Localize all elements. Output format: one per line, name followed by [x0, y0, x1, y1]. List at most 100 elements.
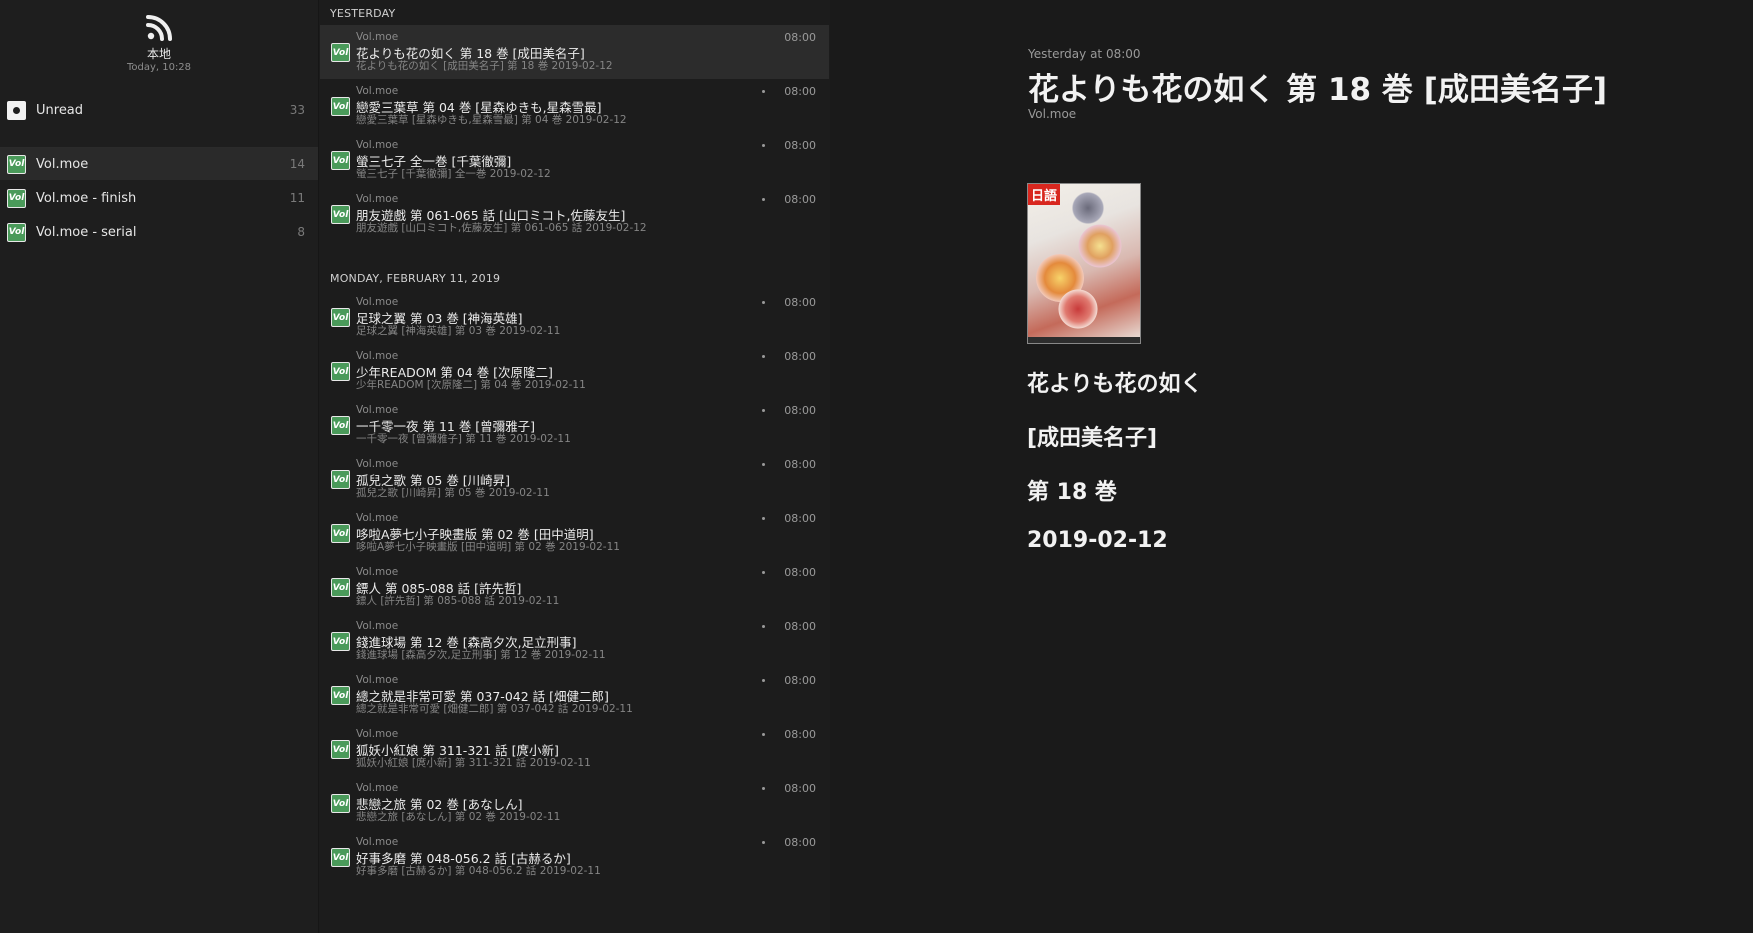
vol-feed-icon: Vol	[331, 416, 350, 435]
article-row[interactable]: Vol Vol.moe 朋友遊戲 第 061-065 話 [山口ミコト,佐藤友生…	[320, 187, 829, 241]
unread-dot	[762, 679, 765, 682]
account-header[interactable]: 本地 Today, 10:28	[0, 12, 318, 73]
article-source: Vol.moe	[356, 85, 399, 97]
vol-feed-icon: Vol	[331, 362, 350, 381]
article-row[interactable]: Vol Vol.moe 花よりも花の如く 第 18 巻 [成田美名子] 花よりも…	[320, 25, 829, 79]
vol-feed-icon: Vol	[331, 632, 350, 651]
article-summary: 錢進球場 [森高夕次,足立刑事] 第 12 巻 2019-02-11	[356, 649, 606, 661]
article-time: 08:00	[784, 404, 816, 417]
article-summary: 螢三七子 [千葉徹彌] 全一巻 2019-02-12	[356, 168, 551, 180]
content-title: 花よりも花の如く	[1027, 372, 1203, 397]
article-source: Vol.moe	[356, 836, 399, 848]
unread-dot	[762, 841, 765, 844]
article-source: Vol.moe	[356, 404, 399, 416]
article-row[interactable]: Vol Vol.moe 孤兒之歌 第 05 巻 [川崎昇] 孤兒之歌 [川崎昇]…	[320, 452, 829, 506]
article-row[interactable]: Vol Vol.moe 錢進球場 第 12 巻 [森高夕次,足立刑事] 錢進球場…	[320, 614, 829, 668]
article-source: Vol.moe	[356, 566, 399, 578]
article-time: 08:00	[784, 139, 816, 152]
sidebar-item-unread[interactable]: Unread 33	[0, 94, 318, 126]
article-row[interactable]: Vol Vol.moe 足球之翼 第 03 巻 [神海英雄] 足球之翼 [神海英…	[320, 290, 829, 344]
unread-dot	[762, 625, 765, 628]
feed-count: 14	[289, 157, 305, 171]
language-badge: 日語	[1028, 184, 1061, 205]
article-summary: 少年READOM [次原隆二] 第 04 巻 2019-02-11	[356, 379, 586, 391]
figure-graphic	[1068, 190, 1108, 226]
article-source: Vol.moe	[356, 31, 399, 43]
article-row[interactable]: Vol Vol.moe 戀愛三葉草 第 04 巻 [星森ゆきも,星森雪最] 戀愛…	[320, 79, 829, 133]
unread-dot	[762, 301, 765, 304]
vol-feed-icon: Vol	[331, 43, 350, 62]
article-row[interactable]: Vol Vol.moe 哆啦A夢七小子映畫版 第 02 巻 [田中道明] 哆啦A…	[320, 506, 829, 560]
article-row[interactable]: Vol Vol.moe 一千零一夜 第 11 巻 [曾彌雅子] 一千零一夜 [曾…	[320, 398, 829, 452]
feed-count: 8	[297, 225, 305, 239]
sidebar-item-vol-moe-serial[interactable]: Vol Vol.moe - serial 8	[0, 216, 318, 248]
vol-feed-icon: Vol	[331, 205, 350, 224]
article-time: 08:00	[784, 674, 816, 687]
unread-dot	[762, 90, 765, 93]
cover-image[interactable]: 日語	[1027, 183, 1141, 344]
article-summary: 哆啦A夢七小子映畫版 [田中道明] 第 02 巻 2019-02-11	[356, 541, 620, 553]
vol-feed-icon: Vol	[331, 470, 350, 489]
article-summary: 好事多磨 [古赫るか] 第 048-056.2 話 2019-02-11	[356, 865, 601, 877]
article-source: Vol.moe	[356, 674, 399, 686]
sidebar-item-label: Unread	[36, 102, 84, 118]
section-heading: YESTERDAY	[330, 7, 396, 20]
article-row[interactable]: Vol Vol.moe 悲戀之旅 第 02 巻 [あなしん] 悲戀之旅 [あなし…	[320, 776, 829, 830]
content-date: 2019-02-12	[1027, 528, 1168, 553]
article-time: 08:00	[784, 512, 816, 525]
article-summary: 鏢人 [許先哲] 第 085-088 話 2019-02-11	[356, 595, 560, 607]
sidebar: 本地 Today, 10:28 Unread 33 Vol Vol.moe 14…	[0, 0, 319, 933]
article-list[interactable]: YESTERDAY Vol Vol.moe 花よりも花の如く 第 18 巻 [成…	[320, 0, 829, 933]
article-source: Vol.moe	[356, 620, 399, 632]
article-summary: 總之就是非常可愛 [畑健二郎] 第 037-042 話 2019-02-11	[356, 703, 633, 715]
unread-dot	[762, 355, 765, 358]
article-row[interactable]: Vol Vol.moe 鏢人 第 085-088 話 [許先哲] 鏢人 [許先哲…	[320, 560, 829, 614]
article-summary: 朋友遊戲 [山口ミコト,佐藤友生] 第 061-065 話 2019-02-12	[356, 222, 647, 234]
article-row[interactable]: Vol Vol.moe 狐妖小紅娘 第 311-321 話 [庹小新] 狐妖小紅…	[320, 722, 829, 776]
sidebar-item-vol-moe-finish[interactable]: Vol Vol.moe - finish 11	[0, 182, 318, 214]
vol-feed-icon: Vol	[7, 154, 26, 174]
content-volume: 第 18 巻	[1027, 480, 1117, 505]
vol-feed-icon: Vol	[7, 222, 26, 242]
vol-feed-icon: Vol	[331, 524, 350, 543]
content-author: [成田美名子]	[1027, 426, 1158, 451]
account-name: 本地	[146, 47, 171, 61]
article-row[interactable]: Vol Vol.moe 總之就是非常可愛 第 037-042 話 [畑健二郎] …	[320, 668, 829, 722]
sidebar-item-label: Vol.moe - serial	[36, 224, 137, 240]
vol-feed-icon: Vol	[331, 686, 350, 705]
article-summary: 一千零一夜 [曾彌雅子] 第 11 巻 2019-02-11	[356, 433, 571, 445]
article-row[interactable]: Vol Vol.moe 螢三七子 全一巻 [千葉徹彌] 螢三七子 [千葉徹彌] …	[320, 133, 829, 187]
article-time: 08:00	[784, 782, 816, 795]
unread-dot	[762, 787, 765, 790]
unread-dot	[762, 198, 765, 201]
article-time: 08:00	[784, 85, 816, 98]
article-heading[interactable]: 花よりも花の如く 第 18 巻 [成田美名子]	[1028, 64, 1607, 109]
article-time: 08:00	[784, 836, 816, 849]
vol-feed-icon: Vol	[331, 151, 350, 170]
unread-dot	[762, 463, 765, 466]
article-summary: 悲戀之旅 [あなしん] 第 02 巻 2019-02-11	[356, 811, 561, 823]
article-source: Vol.moe	[356, 350, 399, 362]
section-heading: MONDAY, FEBRUARY 11, 2019	[330, 272, 501, 285]
vol-feed-icon: Vol	[331, 848, 350, 867]
vol-feed-icon: Vol	[331, 578, 350, 597]
article-time: 08:00	[784, 31, 816, 44]
unread-icon	[7, 100, 26, 120]
account-sync-time: Today, 10:28	[126, 62, 192, 73]
article-feed-name[interactable]: Vol.moe	[1028, 107, 1076, 121]
article-summary: 狐妖小紅娘 [庹小新] 第 311-321 話 2019-02-11	[356, 757, 591, 769]
article-source: Vol.moe	[356, 512, 399, 524]
article-row[interactable]: Vol Vol.moe 好事多磨 第 048-056.2 話 [古赫るか] 好事…	[320, 830, 829, 884]
vol-feed-icon: Vol	[331, 97, 350, 116]
vol-feed-icon: Vol	[331, 740, 350, 759]
unread-dot	[762, 571, 765, 574]
unread-dot	[762, 517, 765, 520]
article-source: Vol.moe	[356, 458, 399, 470]
flower-graphic	[1058, 289, 1098, 329]
article-detail[interactable]: Yesterday at 08:00 花よりも花の如く 第 18 巻 [成田美名…	[830, 0, 1753, 933]
article-time: 08:00	[784, 296, 816, 309]
sidebar-item-vol-moe[interactable]: Vol Vol.moe 14	[0, 148, 318, 180]
rss-icon	[146, 15, 172, 41]
article-row[interactable]: Vol Vol.moe 少年READOM 第 04 巻 [次原隆二] 少年REA…	[320, 344, 829, 398]
article-time: 08:00	[784, 728, 816, 741]
